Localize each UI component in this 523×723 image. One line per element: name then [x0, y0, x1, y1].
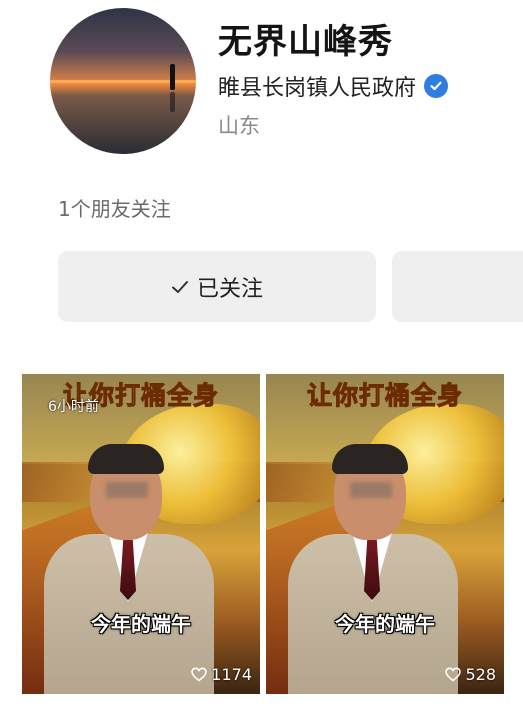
face-blur: [106, 482, 148, 498]
video-thumbnail[interactable]: 让你打桶全身 今年的端午 528: [266, 374, 504, 694]
face-blur: [350, 482, 392, 498]
likes-count: 528: [465, 665, 496, 684]
avatar-person-silhouette: [170, 64, 175, 90]
followed-button-label: 已关注: [196, 276, 263, 302]
message-button[interactable]: [392, 251, 523, 322]
organization-name: 睢县长岗镇人民政府: [218, 76, 417, 101]
avatar-reflection: [170, 92, 175, 112]
video-thumbnail[interactable]: 让你打桶全身 6小时前 今年的端午 1174: [22, 374, 260, 694]
video-overlay-title: 让你打桶全身: [306, 381, 463, 411]
video-caption: 今年的端午: [335, 612, 435, 636]
heart-icon: [445, 667, 462, 682]
video-likes: 1174: [191, 665, 252, 684]
video-likes: 528: [445, 665, 496, 684]
friends-following[interactable]: 1个朋友关注: [58, 193, 171, 222]
video-time-ago: 6小时前: [48, 399, 99, 415]
likes-count: 1174: [211, 665, 252, 684]
heart-icon: [191, 667, 208, 682]
profile-name: 无界山峰秀: [218, 22, 393, 62]
followed-button[interactable]: 已关注: [58, 251, 376, 322]
organization-row: 睢县长岗镇人民政府: [218, 70, 449, 102]
avatar[interactable]: [50, 8, 196, 154]
verified-icon: [424, 74, 449, 98]
check-icon: [171, 279, 189, 295]
video-caption: 今年的端午: [91, 612, 191, 636]
region-label: 山东: [218, 114, 260, 138]
